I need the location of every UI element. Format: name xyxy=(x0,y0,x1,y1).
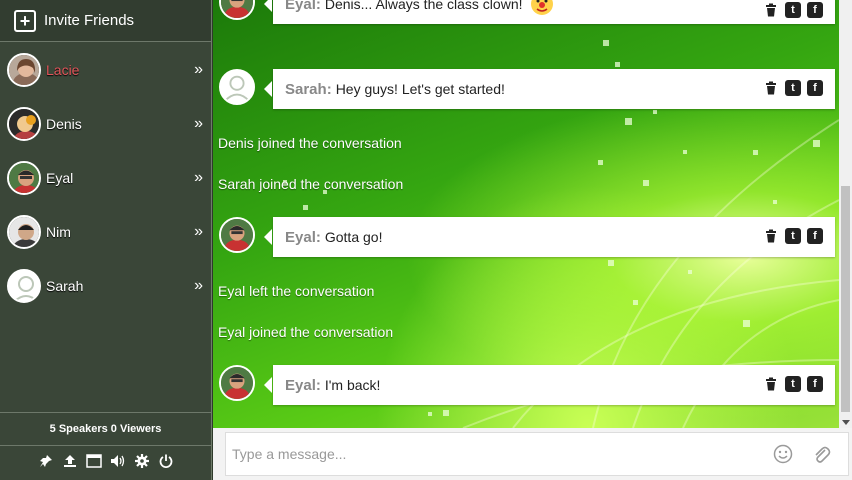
avatar xyxy=(219,0,255,20)
message-actions: t f xyxy=(763,228,823,244)
chevron-right-icon[interactable]: » xyxy=(194,115,203,133)
message-item: Sarah: Hey guys! Let's get started! t f xyxy=(219,69,835,109)
scroll-down-arrow-icon[interactable] xyxy=(842,420,850,425)
user-name: Nim xyxy=(46,224,71,240)
emoji-icon[interactable] xyxy=(772,443,794,465)
trash-icon[interactable] xyxy=(763,228,779,244)
avatar xyxy=(7,215,41,249)
background-decoration xyxy=(283,40,839,428)
user-name: Lacie xyxy=(46,62,80,78)
chevron-right-icon[interactable]: » xyxy=(194,277,203,295)
avatar xyxy=(219,69,255,105)
avatar xyxy=(7,53,41,87)
user-list: Lacie » Denis » Eyal » Nim » Sarah » xyxy=(0,43,211,313)
message-item: Eyal: Denis... Always the class clown! t… xyxy=(219,0,835,24)
attachment-icon[interactable] xyxy=(810,443,832,465)
system-message: Eyal left the conversation xyxy=(218,283,375,299)
message-author: Sarah: xyxy=(285,80,332,98)
message-bubble: Eyal: I'm back! t f xyxy=(264,365,835,405)
trash-icon[interactable] xyxy=(763,2,779,18)
user-name: Denis xyxy=(46,116,82,132)
bottom-toolbar xyxy=(0,446,211,480)
message-bubble: Eyal: Denis... Always the class clown! t… xyxy=(264,0,835,24)
facebook-icon[interactable]: f xyxy=(807,228,823,244)
message-text: I'm back! xyxy=(324,377,381,393)
user-item-sarah[interactable]: Sarah » xyxy=(0,259,211,313)
twitter-icon[interactable]: t xyxy=(785,80,801,96)
message-actions: t f xyxy=(763,80,823,96)
message-author: Eyal: xyxy=(285,228,321,246)
chevron-right-icon[interactable]: » xyxy=(194,223,203,241)
facebook-icon[interactable]: f xyxy=(807,376,823,392)
message-composer xyxy=(225,432,849,476)
message-item: Eyal: I'm back! t f xyxy=(219,365,835,405)
avatar xyxy=(7,161,41,195)
clown-emoji-icon xyxy=(527,0,557,22)
system-message: Sarah joined the conversation xyxy=(218,176,404,192)
invite-friends-button[interactable]: + Invite Friends xyxy=(0,0,211,42)
message-bubble: Sarah: Hey guys! Let's get started! t f xyxy=(264,69,835,109)
twitter-icon[interactable]: t xyxy=(785,2,801,18)
message-author: Eyal: xyxy=(285,0,321,13)
window-icon[interactable] xyxy=(85,454,102,472)
facebook-icon[interactable]: f xyxy=(807,2,823,18)
message-text: Gotta go! xyxy=(324,229,383,245)
message-text: Denis... Always the class clown! xyxy=(324,0,523,12)
speaker-icon[interactable] xyxy=(110,454,126,472)
message-actions: t f xyxy=(763,376,823,392)
user-item-eyal[interactable]: Eyal » xyxy=(0,151,211,205)
system-message: Eyal joined the conversation xyxy=(218,324,394,340)
sidebar: + Invite Friends Lacie » Denis » Eyal » xyxy=(0,0,212,480)
avatar xyxy=(219,365,255,401)
user-item-lacie[interactable]: Lacie » xyxy=(0,43,211,97)
trash-icon[interactable] xyxy=(763,80,779,96)
message-text: Hey guys! Let's get started! xyxy=(335,81,505,97)
message-item: Eyal: Gotta go! t f xyxy=(219,217,835,257)
chat-scrollbar[interactable] xyxy=(839,0,852,428)
avatar xyxy=(7,269,41,303)
user-name: Eyal xyxy=(46,170,74,186)
gear-icon[interactable] xyxy=(134,454,150,472)
message-input[interactable] xyxy=(226,434,772,474)
scrollbar-thumb[interactable] xyxy=(841,186,850,412)
twitter-icon[interactable]: t xyxy=(785,376,801,392)
participant-stats: 5 Speakers 0 Viewers xyxy=(0,412,211,446)
message-actions: t f xyxy=(763,2,823,18)
user-item-nim[interactable]: Nim » xyxy=(0,205,211,259)
user-item-denis[interactable]: Denis » xyxy=(0,97,211,151)
chevron-right-icon[interactable]: » xyxy=(194,61,203,79)
system-message: Denis joined the conversation xyxy=(218,135,402,151)
pin-icon[interactable] xyxy=(38,454,54,472)
upload-icon[interactable] xyxy=(62,454,78,472)
user-name: Sarah xyxy=(46,278,84,294)
chat-area: Eyal: Denis... Always the class clown! t… xyxy=(213,0,839,428)
avatar xyxy=(7,107,41,141)
avatar xyxy=(219,217,255,253)
power-icon[interactable] xyxy=(158,454,174,472)
invite-friends-label: Invite Friends xyxy=(44,12,135,29)
chevron-right-icon[interactable]: » xyxy=(194,169,203,187)
plus-icon: + xyxy=(14,9,36,32)
twitter-icon[interactable]: t xyxy=(785,228,801,244)
message-bubble: Eyal: Gotta go! t f xyxy=(264,217,835,257)
trash-icon[interactable] xyxy=(763,376,779,392)
facebook-icon[interactable]: f xyxy=(807,80,823,96)
message-author: Eyal: xyxy=(285,376,321,394)
